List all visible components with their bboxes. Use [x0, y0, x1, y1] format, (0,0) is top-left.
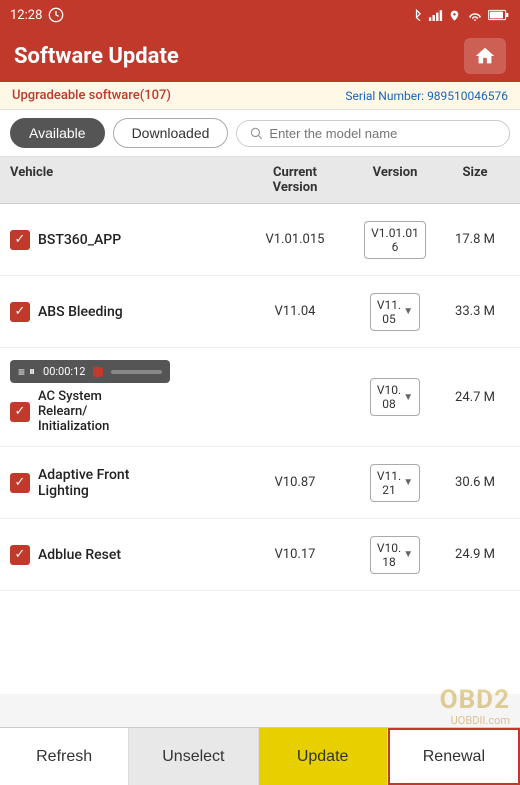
clock-icon — [48, 7, 64, 23]
row-checkbox[interactable]: ✓ — [10, 545, 30, 565]
progress-controls: ≡ ⏸ — [18, 364, 35, 379]
vehicle-row-inner: ✓ AC SystemRelearn/Initialization — [10, 389, 240, 434]
version-box[interactable]: V10.08 ▼ — [370, 378, 420, 416]
col-version: Version — [350, 165, 440, 195]
status-time: 12:28 — [10, 8, 42, 23]
version-text: V11.05 — [377, 298, 401, 326]
dropdown-arrow-icon: ▼ — [403, 392, 413, 403]
size-cell: 30.6 M — [440, 475, 510, 490]
location-icon — [447, 9, 462, 21]
version-select: V10.18 ▼ — [370, 536, 420, 574]
battery-icon — [488, 9, 510, 21]
watermark-url: UOBDII.com — [451, 714, 510, 727]
search-input[interactable] — [269, 126, 497, 141]
tab-available[interactable]: Available — [10, 118, 105, 148]
col-vehicle: Vehicle — [10, 165, 240, 195]
dropdown-arrow-icon: ▼ — [403, 477, 413, 488]
version-box[interactable]: V1.01.016 — [364, 221, 426, 259]
signal-icon — [428, 9, 443, 21]
search-box — [236, 120, 510, 147]
home-button[interactable] — [464, 38, 506, 74]
version-select: V11.05 ▼ — [370, 293, 420, 331]
home-icon — [474, 45, 496, 67]
unselect-button[interactable]: Unselect — [129, 728, 258, 785]
bottom-toolbar: Refresh Unselect Update Renewal — [0, 727, 520, 785]
version-text: V1.01.016 — [371, 226, 419, 254]
serial-value: 989510046576 — [427, 89, 508, 103]
version-box[interactable]: V11.21 ▼ — [370, 464, 420, 502]
current-version-cell: V10.17 — [240, 547, 350, 562]
tab-downloaded[interactable]: Downloaded — [113, 118, 229, 148]
status-left: 12:28 — [10, 7, 64, 23]
col-current-version: CurrentVersion — [240, 165, 350, 195]
wifi-icon — [466, 9, 484, 21]
row-checkbox[interactable]: ✓ — [10, 473, 30, 493]
table-row: ✓ ABS Bleeding V11.04 V11.05 ▼ 33.3 M — [0, 276, 520, 348]
table-body: ✓ BST360_APP V1.01.015 V1.01.016 17.8 M … — [0, 204, 520, 694]
renewal-button[interactable]: Renewal — [388, 728, 520, 785]
vehicle-cell: ≡ ⏸ 00:00:12 ✓ AC SystemRelearn/Initiali… — [10, 360, 240, 434]
vehicle-name: Adblue Reset — [38, 547, 121, 563]
page-title: Software Update — [14, 44, 179, 69]
version-select: V1.01.016 — [364, 221, 426, 259]
current-version-cell: V1.01.015 — [240, 232, 350, 247]
table-row: ✓ Adaptive FrontLighting V10.87 V11.21 ▼… — [0, 447, 520, 519]
size-cell: 17.8 M — [440, 232, 510, 247]
dropdown-arrow-icon: ▼ — [403, 306, 413, 317]
version-box[interactable]: V10.18 ▼ — [370, 536, 420, 574]
row-checkbox[interactable]: ✓ — [10, 230, 30, 250]
progress-track — [111, 370, 162, 374]
serial-number: Serial Number: 989510046576 — [345, 89, 508, 103]
bluetooth-icon — [409, 9, 424, 21]
progress-bar: ≡ ⏸ 00:00:12 — [10, 360, 170, 383]
status-right — [409, 9, 510, 21]
table-row: ✓ Adblue Reset V10.17 V10.18 ▼ 24.9 M — [0, 519, 520, 591]
col-size: Size — [440, 165, 510, 195]
stop-icon[interactable] — [93, 367, 103, 377]
vehicle-name: ABS Bleeding — [38, 304, 123, 320]
update-button[interactable]: Update — [259, 728, 388, 785]
current-version-cell: V11.04 — [240, 304, 350, 319]
search-icon — [249, 126, 263, 140]
status-bar: 12:28 — [0, 0, 520, 30]
vehicle-name: Adaptive FrontLighting — [38, 467, 129, 499]
tab-bar: Available Downloaded — [0, 110, 520, 157]
table-row: ≡ ⏸ 00:00:12 ✓ AC SystemRelearn/Initiali… — [0, 348, 520, 447]
dropdown-arrow-icon: ▼ — [403, 549, 413, 560]
menu-icon: ≡ — [18, 365, 25, 379]
vehicle-cell: ✓ BST360_APP — [10, 230, 240, 250]
table-row: ✓ BST360_APP V1.01.015 V1.01.016 17.8 M — [0, 204, 520, 276]
version-text: V10.08 — [377, 383, 401, 411]
size-cell: 24.7 M — [440, 390, 510, 405]
version-select: V11.21 ▼ — [370, 464, 420, 502]
header: Software Update — [0, 30, 520, 82]
vehicle-cell: ✓ Adaptive FrontLighting — [10, 467, 240, 499]
vehicle-name: AC SystemRelearn/Initialization — [38, 389, 109, 434]
subheader: Upgradeable software(107) Serial Number:… — [0, 82, 520, 110]
size-cell: 33.3 M — [440, 304, 510, 319]
refresh-button[interactable]: Refresh — [0, 728, 129, 785]
current-version-cell: V10.87 — [240, 475, 350, 490]
vehicle-cell: ✓ Adblue Reset — [10, 545, 240, 565]
vehicle-name: BST360_APP — [38, 232, 121, 248]
upgradeable-text: Upgradeable software(107) — [12, 88, 171, 103]
row-checkbox[interactable]: ✓ — [10, 302, 30, 322]
version-text: V11.21 — [377, 469, 401, 497]
serial-label: Serial Number: — [345, 89, 424, 103]
version-select: V10.08 ▼ — [370, 378, 420, 416]
version-text: V10.18 — [377, 541, 401, 569]
progress-time: 00:00:12 — [43, 365, 85, 378]
vehicle-cell: ✓ ABS Bleeding — [10, 302, 240, 322]
row-checkbox[interactable]: ✓ — [10, 402, 30, 422]
table-header: Vehicle CurrentVersion Version Size — [0, 157, 520, 204]
version-box[interactable]: V11.05 ▼ — [370, 293, 420, 331]
pause-icon[interactable]: ⏸ — [29, 364, 35, 379]
size-cell: 24.9 M — [440, 547, 510, 562]
